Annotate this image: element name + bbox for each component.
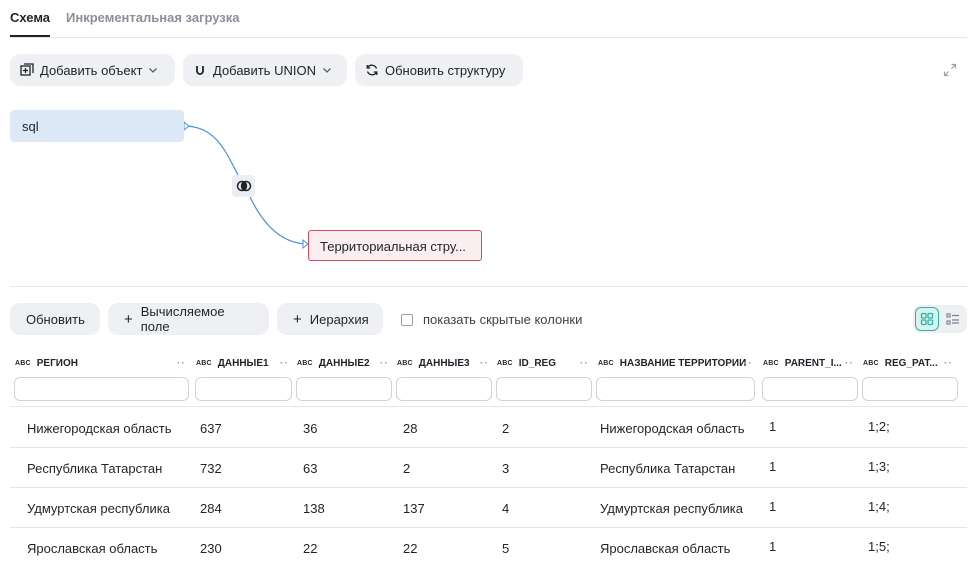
column-header-id-reg[interactable]: ABC ID_REG (497, 355, 556, 371)
table-cell: 28 (403, 421, 418, 436)
section-divider (10, 286, 967, 287)
column-menu-icon[interactable]: ·· (480, 355, 489, 371)
column-header-data1[interactable]: ABC ДАННЫЕ1 (196, 355, 269, 371)
column-header-label: ДАННЫЕ2 (318, 357, 370, 369)
column-header-label: НАЗВАНИЕ ТЕРРИТОРИИ (619, 357, 747, 369)
column-menu-icon[interactable]: ·· (280, 355, 289, 371)
hierarchy-label: Иерархия (309, 311, 369, 327)
diagram-node-territorial-structure[interactable]: Территориальная стру... (308, 230, 482, 261)
table-cell: 4 (502, 501, 510, 516)
column-menu-icon[interactable]: ·· (944, 355, 953, 371)
list-view-icon[interactable] (941, 307, 965, 331)
table-cell: 138 (303, 501, 325, 516)
table-cell: 3 (502, 461, 510, 476)
computed-field-button[interactable]: + Вычисляемое поле (108, 303, 269, 335)
table-cell: 137 (403, 501, 425, 516)
column-header-data3[interactable]: ABC ДАННЫЕ3 (397, 355, 470, 371)
column-header-region[interactable]: ABC РЕГИОН (15, 355, 78, 371)
table-cell: 732 (200, 461, 222, 476)
filter-input-data1[interactable] (195, 377, 292, 401)
column-header-label: PARENT_I... (784, 357, 842, 369)
table-cell: 22 (403, 541, 418, 556)
table-cell: Нижегородская область (27, 421, 172, 436)
column-header-territory-name[interactable]: ABC НАЗВАНИЕ ТЕРРИТОРИИ (598, 355, 746, 371)
table-cell: 2 (403, 461, 411, 476)
table-cell: Ярославская область (600, 541, 731, 556)
text-type-icon: ABC (763, 359, 779, 367)
table-cell: 1;3; (868, 459, 890, 474)
grid-view-icon[interactable] (915, 307, 939, 331)
column-header-label: REG_PAT... (884, 357, 938, 369)
show-hidden-columns-checkbox[interactable] (401, 313, 413, 326)
plus-icon: + (124, 310, 133, 328)
text-type-icon: ABC (397, 359, 413, 367)
view-switcher (913, 305, 967, 333)
table-cell: 1;4; (868, 499, 890, 514)
column-menu-icon[interactable]: ·· (380, 355, 389, 371)
diagram-edges (183, 120, 309, 250)
table-cell: Нижегородская область (600, 421, 745, 436)
column-header-label: ДАННЫЕ3 (418, 357, 470, 369)
table-cell: Ярославская область (27, 541, 158, 556)
join-icon[interactable] (232, 175, 255, 197)
table-cell: Республика Татарстан (600, 461, 736, 476)
table-cell: 1;5; (868, 539, 890, 554)
table-cell: 1 (769, 539, 777, 554)
filter-input-parent-id[interactable] (762, 377, 858, 401)
table-cell: 1;2; (868, 419, 890, 434)
table-cell: 230 (200, 541, 222, 556)
column-header-label: ДАННЫЕ1 (217, 357, 269, 369)
plus-icon: + (293, 310, 302, 328)
text-type-icon: ABC (497, 359, 513, 367)
text-type-icon: ABC (196, 359, 212, 367)
column-header-parent-id[interactable]: ABC PARENT_I... (763, 355, 842, 371)
refresh-label: Обновить (26, 311, 85, 327)
filter-input-territory-name[interactable] (596, 377, 755, 401)
table-divider (10, 406, 967, 407)
table-cell: 36 (303, 421, 318, 436)
filter-input-region[interactable] (14, 377, 189, 401)
column-menu-icon[interactable]: ·· (177, 355, 186, 371)
row-divider (10, 447, 967, 448)
table-cell: 637 (200, 421, 222, 436)
text-type-icon: ABC (297, 359, 313, 367)
table-cell: Удмуртская республика (27, 501, 170, 516)
filter-input-data2[interactable] (296, 377, 392, 401)
table-cell: 1 (769, 459, 777, 474)
row-divider (10, 527, 967, 528)
hierarchy-button[interactable]: + Иерархия (277, 303, 383, 335)
column-menu-icon[interactable]: ·· (580, 355, 589, 371)
computed-field-label: Вычисляемое поле (140, 304, 225, 334)
text-type-icon: ABC (15, 359, 31, 367)
table-cell: 63 (303, 461, 318, 476)
filter-input-data3[interactable] (396, 377, 492, 401)
show-hidden-columns-toggle[interactable]: показать скрытые колонки (401, 312, 582, 327)
table-cell: 5 (502, 541, 510, 556)
table-cell: Удмуртская республика (600, 501, 743, 516)
table-cell: 2 (502, 421, 510, 436)
table-cell: Республика Татарстан (27, 461, 163, 476)
table-cell: 284 (200, 501, 222, 516)
text-type-icon: ABC (863, 359, 879, 367)
column-menu-icon[interactable]: ·· (744, 355, 753, 371)
text-type-icon: ABC (598, 359, 614, 367)
refresh-button[interactable]: Обновить (10, 303, 100, 335)
table-cell: 1 (769, 499, 777, 514)
column-header-label: РЕГИОН (36, 357, 78, 369)
diagram-node-sql[interactable]: sql (10, 110, 184, 142)
row-divider (10, 487, 967, 488)
filter-input-id-reg[interactable] (496, 377, 592, 401)
table-cell: 1 (769, 419, 777, 434)
column-menu-icon[interactable]: ·· (845, 355, 854, 371)
table-cell: 22 (303, 541, 318, 556)
column-header-reg-path[interactable]: ABC REG_PAT... (863, 355, 938, 371)
filter-input-reg-path[interactable] (862, 377, 958, 401)
column-header-label: ID_REG (518, 357, 556, 369)
column-header-data2[interactable]: ABC ДАННЫЕ2 (297, 355, 370, 371)
show-hidden-columns-label: показать скрытые колонки (423, 312, 583, 327)
